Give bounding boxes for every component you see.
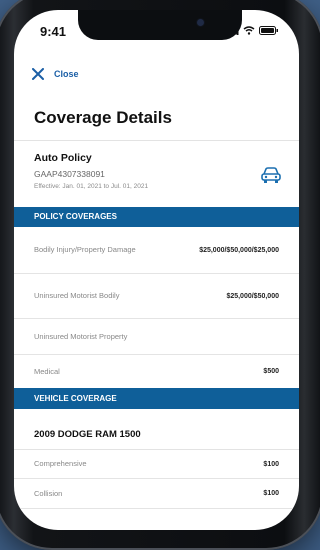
coverage-value: $25,000/$50,000/$25,000 <box>199 246 279 254</box>
page-title: Coverage Details <box>34 108 172 127</box>
close-label: Close <box>54 69 79 79</box>
car-icon <box>261 167 281 183</box>
coverage-value: $25,000/$50,000 <box>226 292 279 300</box>
coverage-value: $500 <box>263 368 279 375</box>
camera-dot <box>197 19 204 26</box>
coverage-row-uninsured-property: Uninsured Motorist Property <box>14 319 299 355</box>
top-nav: Close <box>14 68 299 98</box>
coverage-row-medical: Medical $500 <box>14 355 299 388</box>
coverage-value: $100 <box>263 490 279 497</box>
policy-name: Auto Policy <box>34 152 92 164</box>
status-time: 9:41 <box>40 24 67 39</box>
policy-effective-dates: Effective: Jan. 01, 2021 to Jul. 01, 202… <box>34 183 149 190</box>
wifi-icon <box>243 26 255 35</box>
coverage-row-collision: Collision $100 <box>14 479 299 509</box>
title-divider <box>14 140 299 141</box>
coverage-label: Medical <box>34 366 60 376</box>
phone-notch <box>78 10 242 40</box>
policy-number: GAAP4307338091 <box>34 169 105 179</box>
coverage-label: Uninsured Motorist Bodily <box>34 291 120 300</box>
battery-icon <box>259 26 278 35</box>
coverage-value: $100 <box>263 460 279 468</box>
vehicle-name: 2009 DODGE RAM 1500 <box>34 429 141 440</box>
phone-frame: 9:41 Close Coverage Details Auto Policy … <box>0 0 320 550</box>
coverage-label: Collision <box>34 488 63 498</box>
coverage-row-uninsured-bodily: Uninsured Motorist Bodily $25,000/$50,00… <box>14 274 299 319</box>
coverage-label: Bodily Injury/Property Damage <box>34 245 136 254</box>
coverage-label: Comprehensive <box>34 459 87 468</box>
policy-coverages-header: POLICY COVERAGES <box>14 207 299 227</box>
close-icon <box>32 68 44 80</box>
policy-summary: Auto Policy GAAP4307338091 Effective: Ja… <box>34 152 284 190</box>
coverage-label: Uninsured Motorist Property <box>34 331 128 341</box>
vehicle-coverage-header: VEHICLE COVERAGE <box>14 388 299 409</box>
coverage-row-comprehensive: Comprehensive $100 <box>14 450 299 479</box>
close-button[interactable]: Close <box>32 68 79 80</box>
coverage-row-bodily-injury: Bodily Injury/Property Damage $25,000/$5… <box>14 227 299 274</box>
app-screen: 9:41 Close Coverage Details Auto Policy … <box>14 10 299 530</box>
